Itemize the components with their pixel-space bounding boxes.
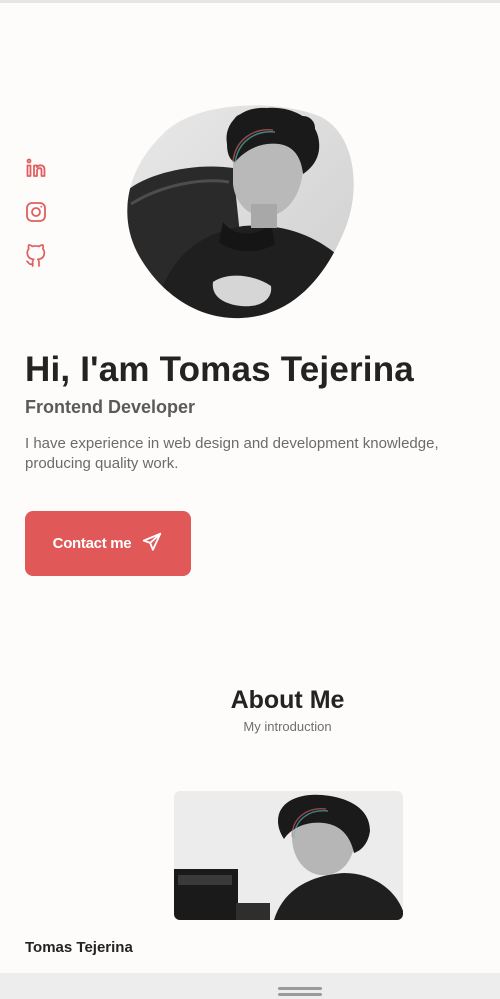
contact-me-button[interactable]: Contact me bbox=[25, 511, 191, 576]
contact-me-label: Contact me bbox=[52, 535, 132, 552]
hero-title: Hi, I'am Tomas Tejerina bbox=[25, 350, 414, 389]
about-subtitle: My introduction bbox=[243, 719, 332, 734]
hero-description: I have experience in web design and deve… bbox=[25, 435, 439, 472]
top-divider bbox=[0, 0, 500, 3]
instagram-icon[interactable] bbox=[24, 200, 48, 224]
drag-handle-line-bottom bbox=[278, 993, 322, 996]
profile-image bbox=[123, 104, 355, 320]
drag-handle-line-top bbox=[278, 987, 322, 990]
bottom-bar bbox=[0, 973, 500, 999]
linkedin-icon[interactable] bbox=[24, 156, 48, 180]
social-links bbox=[24, 156, 52, 288]
about-name: Tomas Tejerina bbox=[25, 939, 133, 956]
hero-subtitle: Frontend Developer bbox=[25, 397, 196, 417]
send-icon bbox=[141, 531, 163, 557]
about-title: About Me bbox=[230, 686, 345, 714]
about-image bbox=[174, 791, 403, 920]
github-icon[interactable] bbox=[24, 244, 48, 268]
